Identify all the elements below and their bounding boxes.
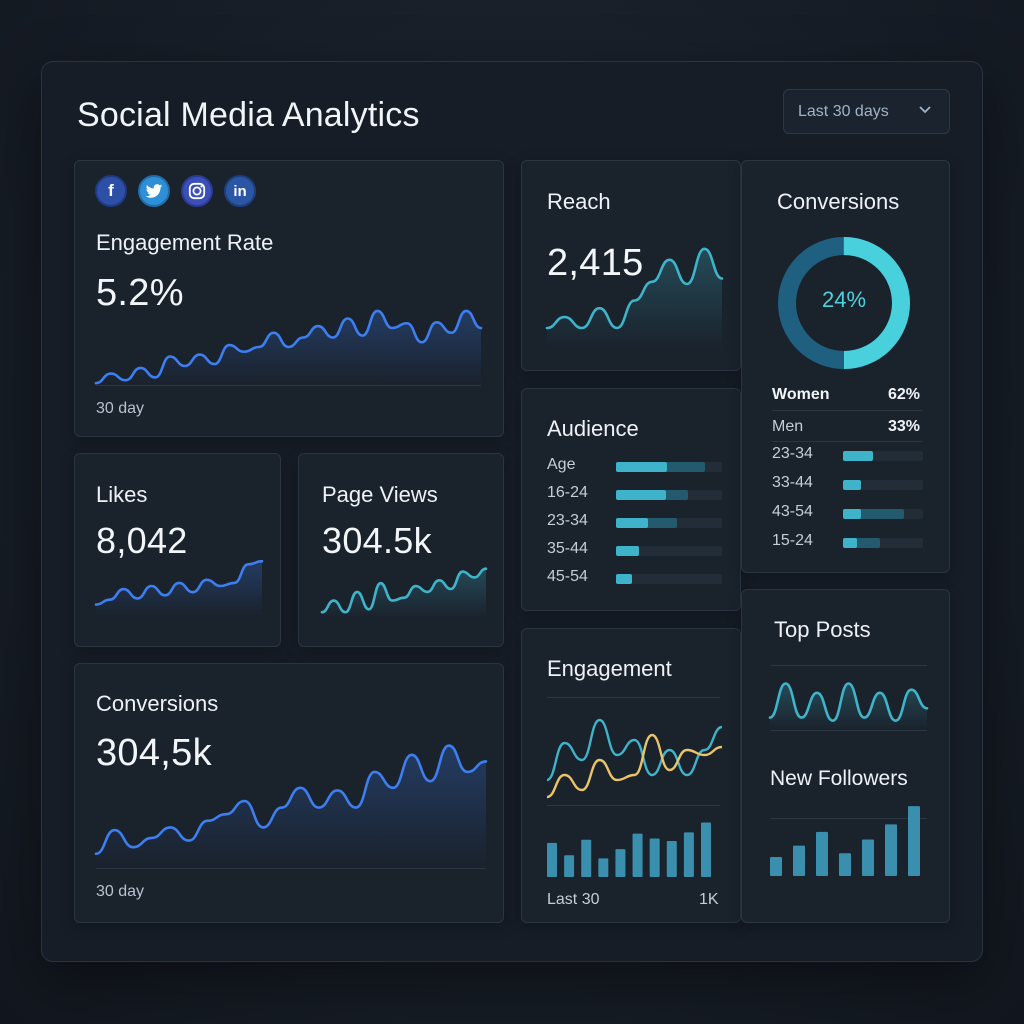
conversions-sparkline <box>94 744 488 867</box>
engagement-divider-mid <box>547 805 720 806</box>
new-followers-label: New Followers <box>770 767 908 790</box>
engagement-bar <box>666 841 677 877</box>
audience-row-label: 16-24 <box>547 484 588 501</box>
audience-bar-fill <box>616 462 667 472</box>
likes-label: Likes <box>96 482 148 507</box>
chevron-down-icon <box>919 106 931 114</box>
audience-row-label: 35-44 <box>547 540 588 557</box>
conversions-panel-label: Conversions <box>777 189 900 214</box>
men-label: Men <box>772 418 804 435</box>
engagement-bar <box>649 838 660 877</box>
engagement-series-teal <box>546 718 723 782</box>
conversions-divider <box>96 868 486 869</box>
conversion-bar-fill <box>843 451 874 461</box>
page-views-value: 304.5k <box>322 520 432 561</box>
conversion-age-label: 15-24 <box>772 532 813 549</box>
new-followers-bar <box>862 839 874 876</box>
new-followers-bar <box>885 824 897 876</box>
audience-bar-fill <box>616 546 640 556</box>
engagement-footer-right: 1K <box>699 891 719 908</box>
engagement-rate-divider <box>96 385 481 386</box>
conversion-age-label: 43-54 <box>772 503 813 520</box>
audience-row-label: 23-34 <box>547 512 588 529</box>
engagement-rate-sparkline <box>94 309 483 385</box>
women-value: 62% <box>888 386 921 403</box>
audience-bar-track <box>616 574 722 584</box>
men-value: 33% <box>888 418 921 435</box>
engagement-label: Engagement <box>547 656 672 681</box>
likes-sparkline <box>94 559 264 617</box>
date-range-dropdown[interactable]: Last 30 days <box>783 89 950 134</box>
facebook-icon[interactable]: f <box>95 175 127 207</box>
new-followers-bar <box>908 806 920 876</box>
sparkline-area <box>96 745 486 867</box>
engagement-line-chart <box>546 718 723 799</box>
engagement-bar <box>581 839 592 877</box>
engagement-footer-left: Last 30 <box>547 891 600 908</box>
new-followers-bar-chart <box>770 806 920 876</box>
reach-sparkline <box>545 247 724 350</box>
engagement-bar <box>598 858 609 877</box>
top-posts-divider <box>770 665 927 666</box>
engagement-bar-chart <box>547 822 711 877</box>
new-followers-bar <box>816 831 828 876</box>
audience-row-label: Age <box>547 456 576 473</box>
women-men-divider <box>772 410 922 411</box>
engagement-rate-period: 30 day <box>96 400 145 417</box>
engagement-bar <box>615 849 626 877</box>
women-label: Women <box>772 386 830 403</box>
reach-label: Reach <box>547 189 611 214</box>
engagement-bar <box>701 822 711 877</box>
conversions-donut-percent: 24% <box>821 287 867 312</box>
page-views-label: Page Views <box>322 482 438 507</box>
linkedin-icon[interactable]: in <box>224 175 256 207</box>
page-views-sparkline <box>320 567 488 618</box>
twitter-icon[interactable] <box>138 175 170 207</box>
engagement-rate-label: Engagement Rate <box>96 230 274 255</box>
conversions-card-label: Conversions <box>96 691 219 716</box>
conversion-bar-fill <box>843 509 861 519</box>
engagement-bar <box>564 855 575 877</box>
engagement-divider-top <box>547 697 720 698</box>
men-divider <box>772 441 922 442</box>
audience-bar-fill <box>616 518 648 528</box>
audience-bar-fill <box>616 574 632 584</box>
top-posts-sparkline <box>768 682 929 730</box>
engagement-bar <box>632 833 643 877</box>
page-title: Social Media Analytics <box>77 96 420 134</box>
conversions-period: 30 day <box>96 883 145 900</box>
engagement-bar <box>547 842 557 877</box>
date-range-label: Last 30 days <box>798 102 889 120</box>
audience-bar-fill <box>616 490 666 500</box>
top-posts-label: Top Posts <box>774 617 871 642</box>
new-followers-bar <box>793 845 805 876</box>
top-posts-divider-bottom <box>770 730 927 731</box>
audience-row-label: 45-54 <box>547 568 588 585</box>
conversion-age-label: 33-44 <box>772 474 813 491</box>
conversion-bar-fill <box>843 480 861 490</box>
new-followers-bar <box>770 857 782 876</box>
new-followers-bar <box>839 853 851 876</box>
conversion-bar-fill <box>843 538 858 548</box>
conversion-age-label: 23-34 <box>772 445 813 462</box>
engagement-bar <box>683 832 694 877</box>
instagram-icon[interactable] <box>181 175 213 207</box>
audience-label: Audience <box>547 416 639 441</box>
